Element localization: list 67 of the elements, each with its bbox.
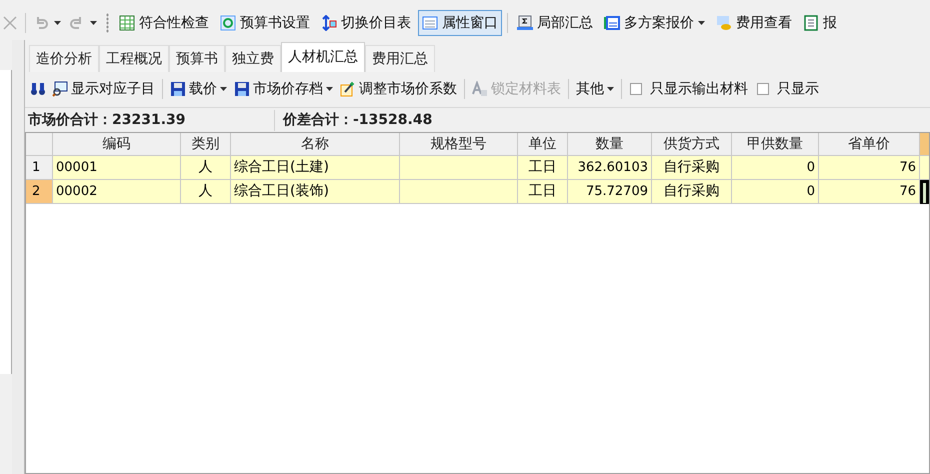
undo-icon <box>34 16 48 30</box>
tab[interactable]: 费用汇总 <box>365 45 435 72</box>
cell-text: 综合工日(土建) <box>234 158 330 177</box>
caret-icon <box>698 21 705 25</box>
row-number[interactable]: 2 <box>26 180 53 204</box>
toolbar-button[interactable]: 报 <box>799 10 841 36</box>
tab[interactable]: 工程概况 <box>99 45 169 72</box>
checkbox-option[interactable]: 只显示输出材料 <box>627 78 751 100</box>
toolbar-button[interactable]: 切换价目表 <box>317 10 415 36</box>
caret-icon <box>54 21 61 25</box>
cell-text: 人 <box>198 158 214 177</box>
cell-text: 76 <box>898 158 916 177</box>
toolbar-button[interactable]: 其他 <box>574 78 616 100</box>
cell-text: 人 <box>198 182 214 201</box>
cell-text: 00002 <box>56 182 98 201</box>
gear-icon <box>220 15 236 31</box>
cell-text: 工日 <box>528 158 558 177</box>
toolbar-button[interactable]: 符合性检查 <box>115 10 213 36</box>
column-header <box>920 133 929 156</box>
table-icon <box>119 15 135 31</box>
edit-icon <box>340 81 356 97</box>
monitor-magnifier-icon <box>52 81 68 97</box>
cell-text: 00001 <box>56 158 98 177</box>
checkbox-option[interactable]: 只显示 <box>754 78 822 100</box>
toolbar-button[interactable]: 局部汇总 <box>513 10 597 36</box>
cell-text: 工日 <box>528 182 558 201</box>
checkbox[interactable] <box>757 83 769 95</box>
toolbar-button[interactable]: 预算书设置 <box>216 10 314 36</box>
toolbar-button[interactable]: 显示对应子目 <box>50 78 157 100</box>
table-cell <box>920 180 929 204</box>
cell-text: 75.72709 <box>584 182 648 201</box>
redo-icon <box>70 16 84 30</box>
toolbar-button[interactable]: 费用查看 <box>712 10 796 36</box>
summary-text: 市场价合计：23231.39 <box>25 110 275 130</box>
cell-text: 综合工日(装饰) <box>234 182 330 201</box>
cell-text: 自行采购 <box>662 182 720 201</box>
cell-text: 0 <box>806 158 815 177</box>
caret-icon <box>220 87 227 91</box>
toolbar-button[interactable]: 载价 <box>168 78 229 100</box>
arrows-icon <box>321 15 337 31</box>
cell-text: 自行采购 <box>662 158 720 177</box>
grip-handle[interactable] <box>106 13 109 33</box>
tab[interactable]: 造价分析 <box>29 45 99 72</box>
toolbar-button[interactable]: 调整市场价系数 <box>338 78 459 100</box>
cell-text: 0 <box>806 182 815 201</box>
caret-icon <box>90 21 97 25</box>
tab[interactable]: 预算书 <box>169 45 225 72</box>
window-icon <box>604 15 620 31</box>
tab[interactable]: 人材机汇总 <box>281 42 365 72</box>
close-icon <box>3 16 17 30</box>
checkbox[interactable] <box>630 83 642 95</box>
window-icon <box>422 15 438 31</box>
cell-text: 362.60103 <box>576 158 648 177</box>
row-number[interactable]: 1 <box>26 156 53 180</box>
tab[interactable]: 独立费 <box>225 45 281 72</box>
caret-icon <box>607 87 614 91</box>
caret-icon <box>326 87 333 91</box>
binoculars-icon <box>30 81 46 97</box>
summary-text: 价差合计：-13528.48 <box>282 110 434 130</box>
cell-text: 76 <box>898 182 916 201</box>
lock-icon <box>472 81 488 97</box>
toolbar-button[interactable]: 属性窗口 <box>418 10 502 36</box>
book-icon <box>803 15 819 31</box>
sum-icon <box>517 15 533 31</box>
toolbar-button[interactable]: 多方案报价 <box>600 10 709 36</box>
coins-icon <box>716 15 732 31</box>
toolbar-button[interactable]: 市场价存档 <box>232 78 335 100</box>
